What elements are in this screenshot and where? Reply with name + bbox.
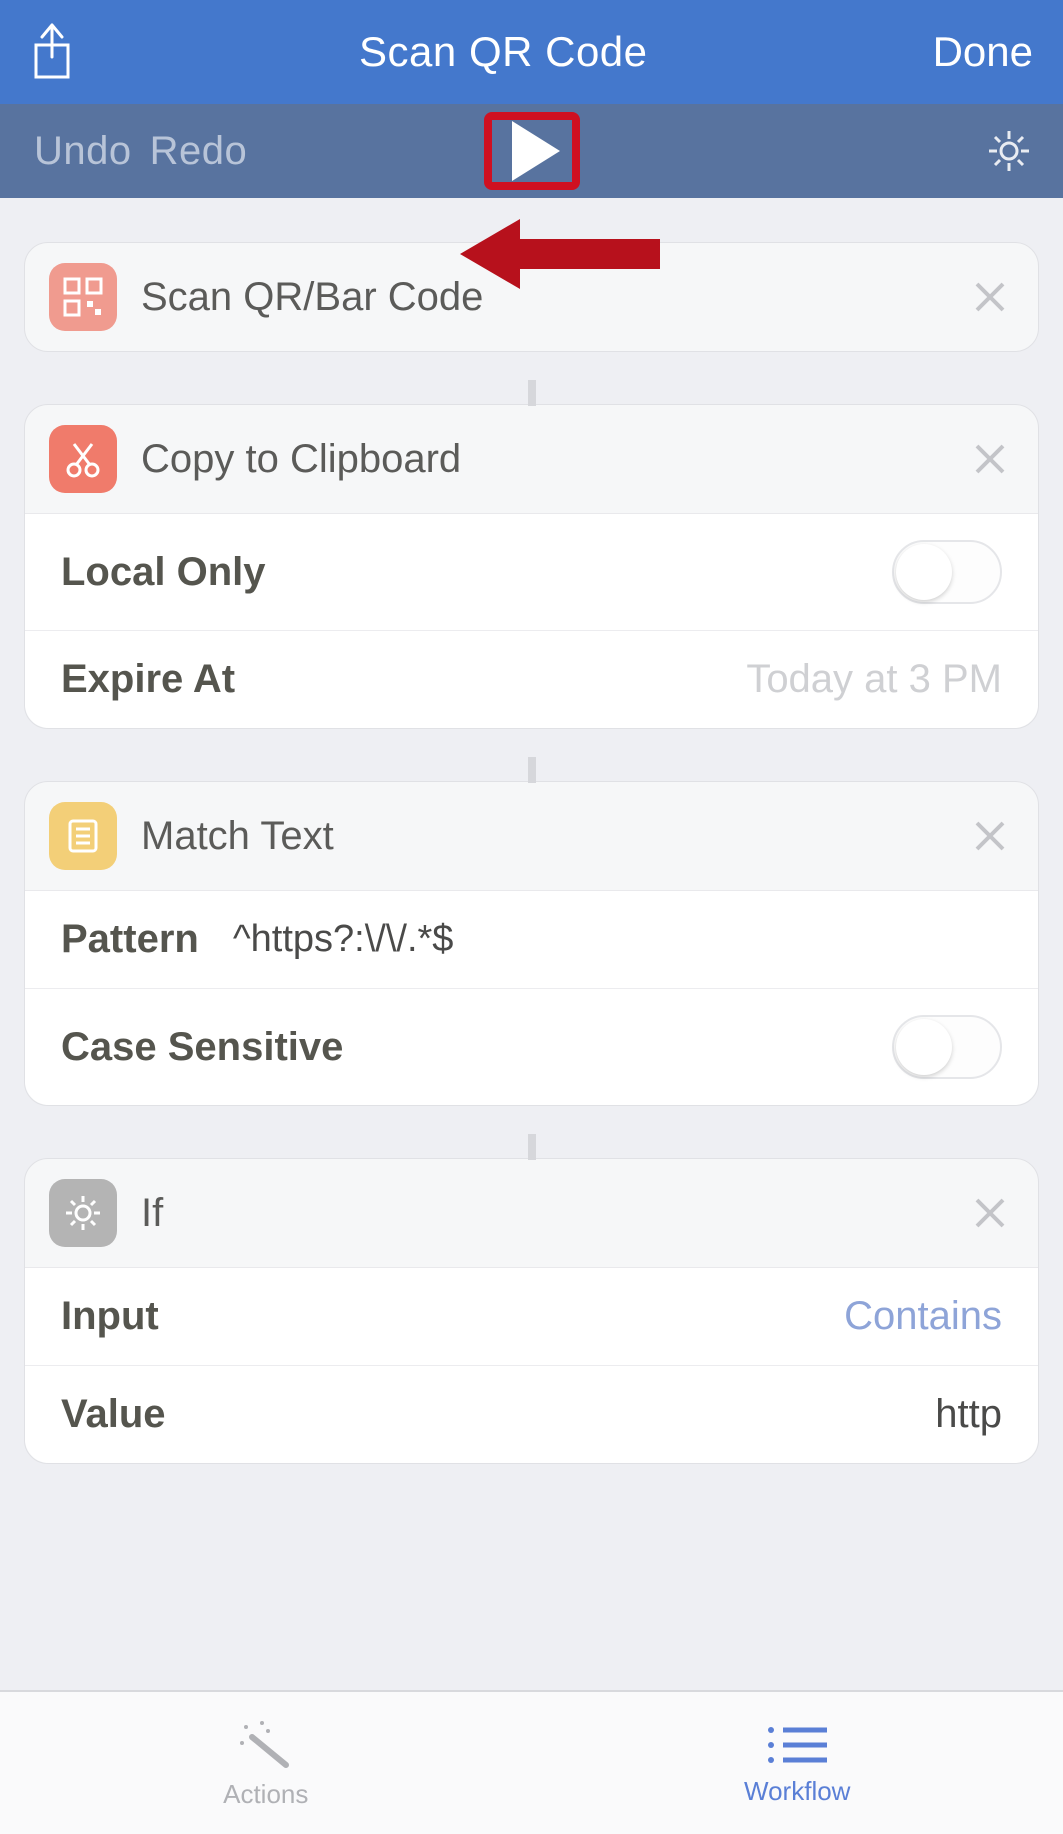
wand-icon [234,1717,298,1773]
param-input[interactable]: Input Contains [25,1268,1038,1365]
scissors-icon [49,425,117,493]
param-label: Value [61,1392,166,1437]
document-icon [49,802,117,870]
param-value-row[interactable]: Value http [25,1365,1038,1463]
done-button[interactable]: Done [933,28,1033,76]
case-sensitive-toggle[interactable] [892,1015,1002,1079]
undo-button[interactable]: Undo [34,129,132,174]
tab-label: Actions [223,1779,308,1810]
connector [24,1134,1039,1160]
play-icon [512,121,560,181]
local-only-toggle[interactable] [892,540,1002,604]
tab-actions[interactable]: Actions [0,1692,532,1834]
action-title: Scan QR/Bar Code [141,275,942,320]
param-expire-at[interactable]: Expire At Today at 3 PM [25,630,1038,728]
param-local-only: Local Only [25,514,1038,630]
param-label: Case Sensitive [61,1025,343,1070]
param-label: Local Only [61,550,266,595]
tab-workflow[interactable]: Workflow [532,1692,1063,1834]
qr-icon [49,263,117,331]
gear-icon [49,1179,117,1247]
action-title: Match Text [141,814,942,859]
delete-action-button[interactable] [966,1189,1014,1237]
delete-action-button[interactable] [966,812,1014,860]
param-case-sensitive: Case Sensitive [25,988,1038,1105]
action-card-scan-qr[interactable]: Scan QR/Bar Code [24,242,1039,352]
action-title: If [141,1191,942,1236]
param-value: Today at 3 PM [746,657,1002,702]
action-card-if[interactable]: If Input Contains Value http [24,1158,1039,1464]
action-card-match-text[interactable]: Match Text Pattern ^https?:\/\/.*$ Case … [24,781,1039,1106]
action-card-copy-clipboard[interactable]: Copy to Clipboard Local Only Expire At T… [24,404,1039,729]
param-label: Pattern [61,917,199,962]
connector [24,380,1039,406]
redo-button[interactable]: Redo [150,129,248,174]
workflow-canvas: Scan QR/Bar Code Copy to Clipboard Local… [0,198,1063,1690]
share-button[interactable] [30,23,74,81]
tab-label: Workflow [744,1776,850,1807]
connector [24,757,1039,783]
settings-button[interactable] [985,127,1033,175]
delete-action-button[interactable] [966,435,1014,483]
list-icon [761,1720,833,1770]
param-label: Expire At [61,657,235,702]
toolbar: Undo Redo [0,104,1063,198]
play-button[interactable] [484,112,580,190]
param-label: Input [61,1294,159,1339]
param-value: http [935,1392,1002,1437]
delete-action-button[interactable] [966,273,1014,321]
tab-bar: Actions Workflow [0,1690,1063,1834]
param-value: Contains [844,1294,1002,1339]
param-value: ^https?:\/\/.*$ [233,918,454,961]
page-title: Scan QR Code [359,28,647,76]
param-pattern[interactable]: Pattern ^https?:\/\/.*$ [25,891,1038,988]
action-title: Copy to Clipboard [141,437,942,482]
navbar: Scan QR Code Done [0,0,1063,104]
